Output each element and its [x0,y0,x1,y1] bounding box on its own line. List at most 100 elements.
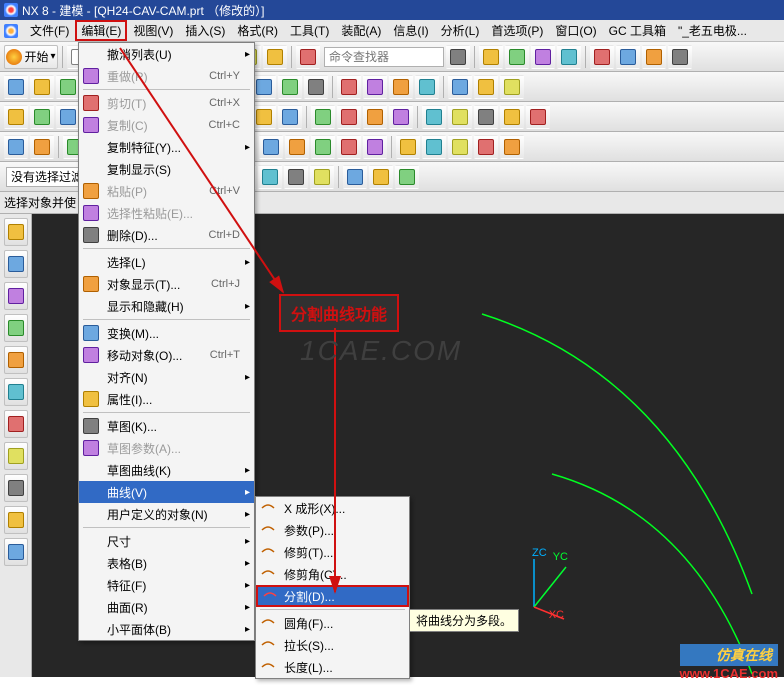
tb4-n[interactable] [363,135,387,159]
curve-submenu-stretch[interactable]: 拉长(S)... [256,634,409,656]
edit-menu-特征(F)[interactable]: 特征(F)▸ [79,574,254,596]
menu-electrode[interactable]: "_老五电极... [672,20,753,41]
tb4-j[interactable] [259,135,283,159]
tb3-k[interactable] [278,105,302,129]
edit-menu-用户定义的对象(N)[interactable]: 用户定义的对象(N)▸ [79,503,254,525]
tb2-a[interactable] [4,75,28,99]
tb2-p[interactable] [415,75,439,99]
edit-menu-曲面(R)[interactable]: 曲面(R)▸ [79,596,254,618]
tb5-h[interactable] [284,165,308,189]
tb3-b[interactable] [30,105,54,129]
tb4-s[interactable] [500,135,524,159]
tb4-m[interactable] [337,135,361,159]
tb4-p[interactable] [422,135,446,159]
menu-edit[interactable]: 编辑(E) [75,20,127,41]
tb2-m[interactable] [337,75,361,99]
tb3-s[interactable] [500,105,524,129]
rb-d[interactable] [4,538,28,566]
curve-submenu-fillet[interactable]: 圆角(F)... [256,612,409,634]
tb2-l[interactable] [304,75,328,99]
rb-roles[interactable] [4,378,28,406]
curve-submenu-divide[interactable]: 分割(D)... [256,585,409,607]
filter-combo[interactable] [6,167,86,187]
menu-assembly[interactable]: 装配(A) [335,20,387,41]
edit-menu-表格(B)[interactable]: 表格(B)▸ [79,552,254,574]
edit-menu-transform[interactable]: 变换(M)... [79,322,254,344]
tb5-i[interactable] [310,165,334,189]
rb-navigator[interactable] [4,218,28,246]
edit-menu-复制显示(S)[interactable]: 复制显示(S) [79,158,254,180]
menu-tools[interactable]: 工具(T) [284,20,335,41]
curve-submenu-trim[interactable]: 修剪(T)... [256,541,409,563]
rb-history[interactable] [4,346,28,374]
tb4-b[interactable] [30,135,54,159]
tb2-j[interactable] [252,75,276,99]
tb2-c[interactable] [56,75,80,99]
tb4-k[interactable] [285,135,309,159]
rb-b[interactable] [4,474,28,502]
menu-view[interactable]: 视图(V) [127,20,179,41]
edit-menu-曲线(V)[interactable]: 曲线(V)▸ [79,481,254,503]
tb-cmdfinder-icon[interactable] [296,45,320,69]
tb3-a[interactable] [4,105,28,129]
edit-menu-properties[interactable]: 属性(I)... [79,388,254,410]
tb5-k[interactable] [369,165,393,189]
menu-format[interactable]: 格式(R) [231,20,284,41]
menu-gc-toolbox[interactable]: GC 工具箱 [603,20,672,41]
edit-menu-delete[interactable]: 删除(D)...Ctrl+D [79,224,254,246]
edit-menu-尺寸[interactable]: 尺寸▸ [79,530,254,552]
curve-submenu-length[interactable]: 长度(L)... [256,656,409,678]
curve-submenu-xform[interactable]: X 成形(X)... [256,497,409,519]
tb-b[interactable] [505,45,529,69]
tb-d[interactable] [557,45,581,69]
start-button[interactable]: 开始▾ [4,45,58,69]
tb2-k[interactable] [278,75,302,99]
tb-h[interactable] [668,45,692,69]
tb5-g[interactable] [258,165,282,189]
rb-c[interactable] [4,506,28,534]
tb-a[interactable] [479,45,503,69]
edit-menu-撤消列表(U)[interactable]: 撤消列表(U)▸ [79,43,254,65]
edit-menu-move[interactable]: 移动对象(O)...Ctrl+T [79,344,254,366]
menu-file[interactable]: 文件(F) [24,20,75,41]
command-finder[interactable] [324,47,444,67]
rb-assembly[interactable] [4,282,28,310]
tb2-n[interactable] [363,75,387,99]
rb-help[interactable] [4,410,28,438]
tb4-l[interactable] [311,135,335,159]
edit-menu-小平面体(B)[interactable]: 小平面体(B)▸ [79,618,254,640]
tb2-s[interactable] [500,75,524,99]
tb3-c[interactable] [56,105,80,129]
edit-menu-object-display[interactable]: 对象显示(T)...Ctrl+J [79,273,254,295]
edit-menu-草图曲线(K)[interactable]: 草图曲线(K)▸ [79,459,254,481]
tb3-m[interactable] [337,105,361,129]
tb5-j[interactable] [343,165,367,189]
rb-part[interactable] [4,250,28,278]
tb4-a[interactable] [4,135,28,159]
tb2-q[interactable] [448,75,472,99]
tb4-r[interactable] [474,135,498,159]
rb-a[interactable] [4,442,28,470]
edit-menu-选择(L)[interactable]: 选择(L)▸ [79,251,254,273]
menu-window[interactable]: 窗口(O) [549,20,602,41]
tb4-o[interactable] [396,135,420,159]
tb5-l[interactable] [395,165,419,189]
tb-e[interactable] [590,45,614,69]
tb-c[interactable] [531,45,555,69]
command-finder-input[interactable] [329,50,439,64]
menu-info[interactable]: 信息(I) [387,20,434,41]
edit-menu-显示和隐藏(H)[interactable]: 显示和隐藏(H)▸ [79,295,254,317]
tb3-n[interactable] [363,105,387,129]
menu-analysis[interactable]: 分析(L) [435,20,486,41]
tb3-r[interactable] [474,105,498,129]
curve-submenu-trim-corner[interactable]: 修剪角(C)... [256,563,409,585]
tb2-o[interactable] [389,75,413,99]
menu-preferences[interactable]: 首选项(P) [485,20,549,41]
tb-find[interactable] [446,45,470,69]
tb4-q[interactable] [448,135,472,159]
edit-menu-sketch[interactable]: 草图(K)... [79,415,254,437]
edit-menu-复制特征(Y)...[interactable]: 复制特征(Y)...▸ [79,136,254,158]
rb-reuse[interactable] [4,314,28,342]
tb3-t[interactable] [526,105,550,129]
tb3-l[interactable] [311,105,335,129]
